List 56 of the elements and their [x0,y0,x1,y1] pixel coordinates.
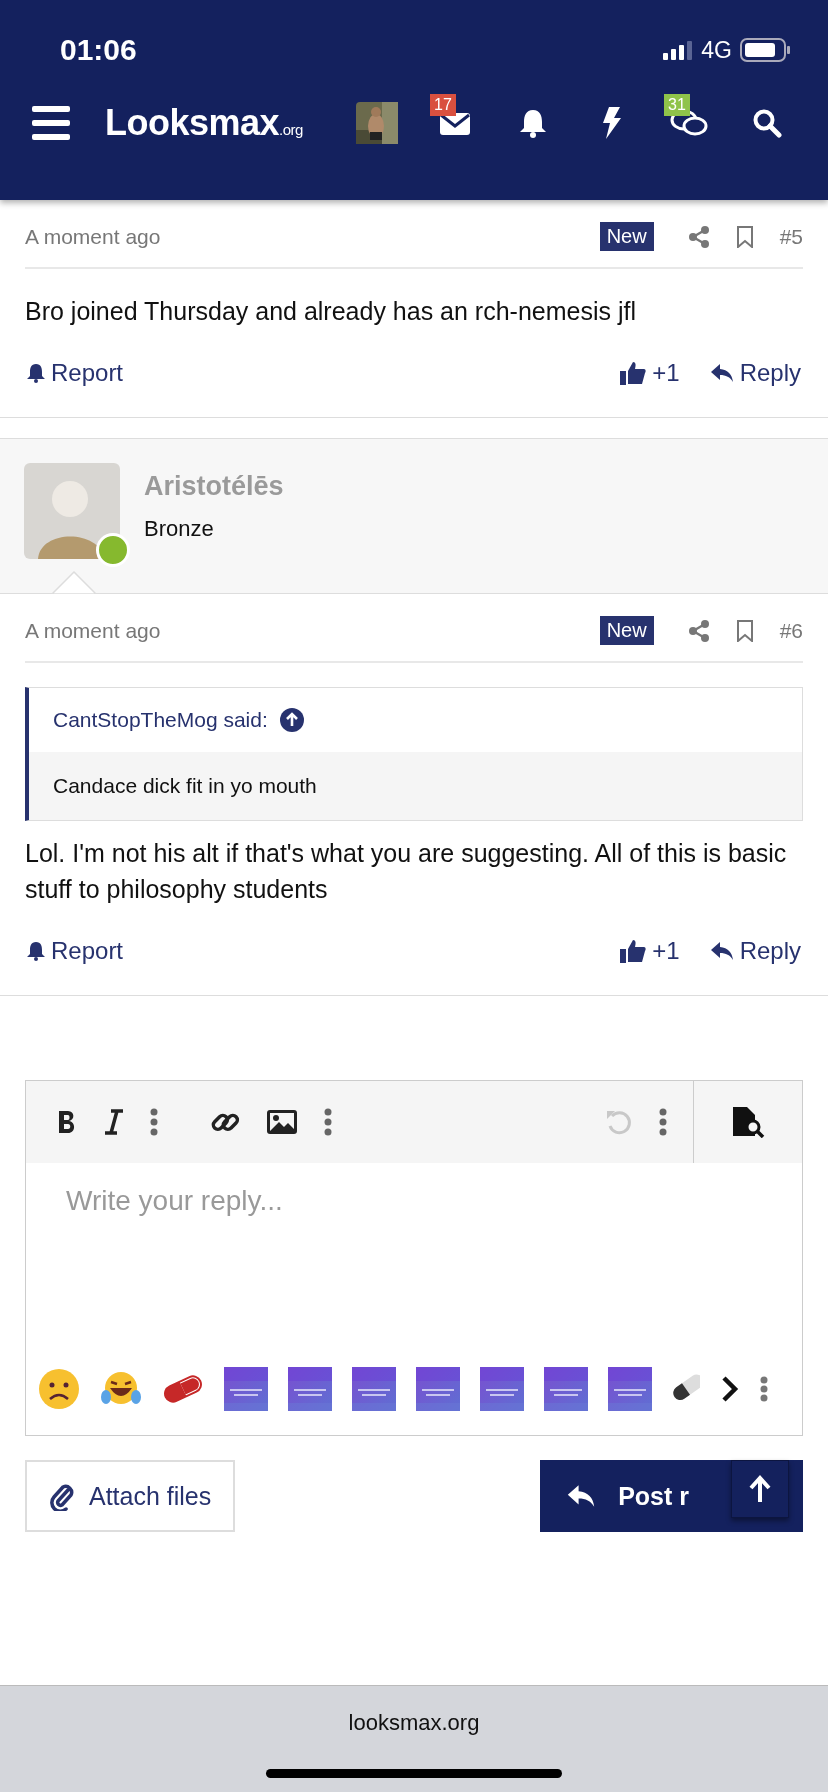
network-label: 4G [701,36,732,64]
image-icon[interactable] [266,1109,298,1135]
file-search-icon[interactable] [731,1106,765,1138]
arrow-up-circle-icon[interactable] [279,708,304,732]
count-badge: 31 [664,94,690,116]
thumbs-up-icon [620,360,647,386]
count-badge: 17 [430,94,456,116]
reply-arrow-icon [566,1484,597,1508]
bell-icon [27,941,45,961]
chat-bubbles-icon[interactable] [669,108,709,138]
attach-files-button[interactable]: Attach files [25,1460,236,1532]
quote-author[interactable]: CantStopTheMog said: [53,708,268,732]
report-link[interactable]: Report [27,937,124,965]
share-icon[interactable] [687,618,710,643]
user-rank: Bronze [144,516,215,542]
arrow-up-icon [748,1475,772,1503]
like-button[interactable]: +1 [620,359,680,387]
report-link[interactable]: Report [27,359,124,387]
post-time[interactable]: A moment ago [25,618,161,643]
reply-input-field[interactable]: Write your reply... [25,1163,803,1363]
chevron-right-icon[interactable] [720,1375,740,1403]
frowning-face-icon[interactable] [38,1368,80,1410]
thumbs-up-icon [620,938,647,964]
lightning-icon[interactable] [600,107,622,139]
bell-icon [27,363,45,383]
post-number[interactable]: #5 [779,224,803,249]
site-logo[interactable]: Looksmax.org [105,102,303,144]
more-options-icon[interactable] [150,1108,158,1136]
status-time: 01:06 [60,33,137,67]
bookmark-icon[interactable] [735,619,754,642]
scroll-to-top-button[interactable] [731,1460,789,1518]
reply-arrow-icon [709,363,734,383]
share-icon[interactable] [687,224,710,249]
more-options-icon[interactable] [760,1376,768,1402]
post-time[interactable]: A moment ago [25,224,161,249]
new-label: New [599,616,654,645]
new-label: New [599,222,654,251]
more-options-icon[interactable] [324,1108,332,1136]
more-options-icon[interactable] [659,1108,667,1136]
url-label[interactable]: looksmax.org [348,1710,480,1736]
battery-icon [740,38,790,62]
post-number[interactable]: #6 [779,618,803,643]
quote-text: Candace dick fit in yo mouth [29,752,802,820]
bell-icon[interactable] [519,108,547,138]
search-icon[interactable] [752,108,782,138]
menu-icon[interactable] [32,106,70,140]
reply-arrow-icon [709,941,734,961]
post-text: Lol. I'm not his alt if that's what you are suggesting. All of this is basic stuff to philosophy students [25,838,788,905]
reply-link[interactable]: Reply [709,359,801,387]
italic-icon[interactable] [104,1109,124,1135]
like-button[interactable]: +1 [620,937,680,965]
signal-icon [663,40,694,60]
post-reply-button[interactable]: Post r [540,1460,803,1532]
post-text: Bro joined Thursday and already has an rch-nemesis jfl [25,296,637,327]
bookmark-icon[interactable] [735,225,754,248]
reply-link[interactable]: Reply [709,937,801,965]
